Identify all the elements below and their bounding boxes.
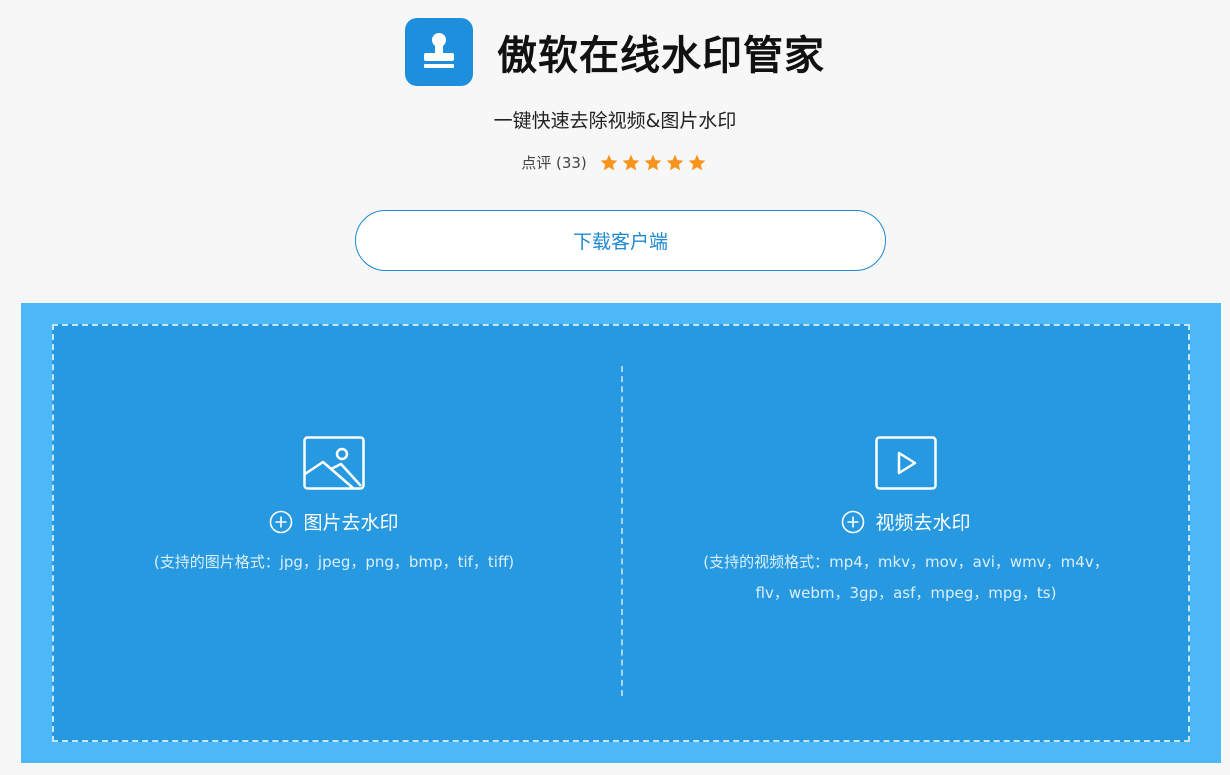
image-icon [303, 436, 365, 490]
rating-label: 点评 (33) [521, 154, 587, 172]
video-action-label: 视频去水印 [875, 512, 971, 534]
stamp-icon [405, 18, 473, 86]
upload-area: 图片去水印 (支持的图片格式：jpg，jpeg，png，bmp，tif，tiff… [21, 303, 1221, 763]
page: 傲软在线水印管家 一键快速去除视频&图片水印 点评 (33) 下载客户端 图片去… [0, 0, 1230, 775]
plus-circle-icon [270, 510, 293, 533]
star-icon [600, 154, 618, 170]
star-icon [644, 154, 662, 170]
rating: 点评 (33) [0, 152, 1230, 173]
star-icon [622, 154, 640, 170]
video-play-icon [875, 436, 937, 490]
app-title: 傲软在线水印管家 [497, 33, 825, 79]
image-remove-watermark-button[interactable]: 图片去水印 [54, 508, 614, 535]
video-remove-watermark-button[interactable]: 视频去水印 [626, 508, 1186, 535]
drop-zone[interactable]: 图片去水印 (支持的图片格式：jpg，jpeg，png，bmp，tif，tiff… [52, 324, 1190, 742]
plus-circle-icon [842, 510, 865, 533]
star-rating [599, 153, 709, 173]
app-subtitle: 一键快速去除视频&图片水印 [493, 110, 737, 132]
video-panel[interactable]: 视频去水印 (支持的视频格式：mp4，mkv，mov，avi，wmv，m4v，f… [626, 436, 1186, 609]
image-formats: (支持的图片格式：jpg，jpeg，png，bmp，tif，tiff) [153, 553, 515, 571]
image-action-label: 图片去水印 [303, 512, 399, 534]
brand: 傲软在线水印管家 [0, 18, 1230, 86]
divider [621, 366, 623, 696]
star-icon [666, 154, 684, 170]
download-client-button[interactable]: 下载客户端 [355, 210, 886, 271]
star-icon [688, 154, 706, 170]
header: 傲软在线水印管家 一键快速去除视频&图片水印 点评 (33) 下载客户端 [0, 0, 1230, 300]
video-formats: (支持的视频格式：mp4，mkv，mov，avi，wmv，m4v，flv，web… [703, 553, 1109, 602]
image-panel[interactable]: 图片去水印 (支持的图片格式：jpg，jpeg，png，bmp，tif，tiff… [54, 436, 614, 578]
